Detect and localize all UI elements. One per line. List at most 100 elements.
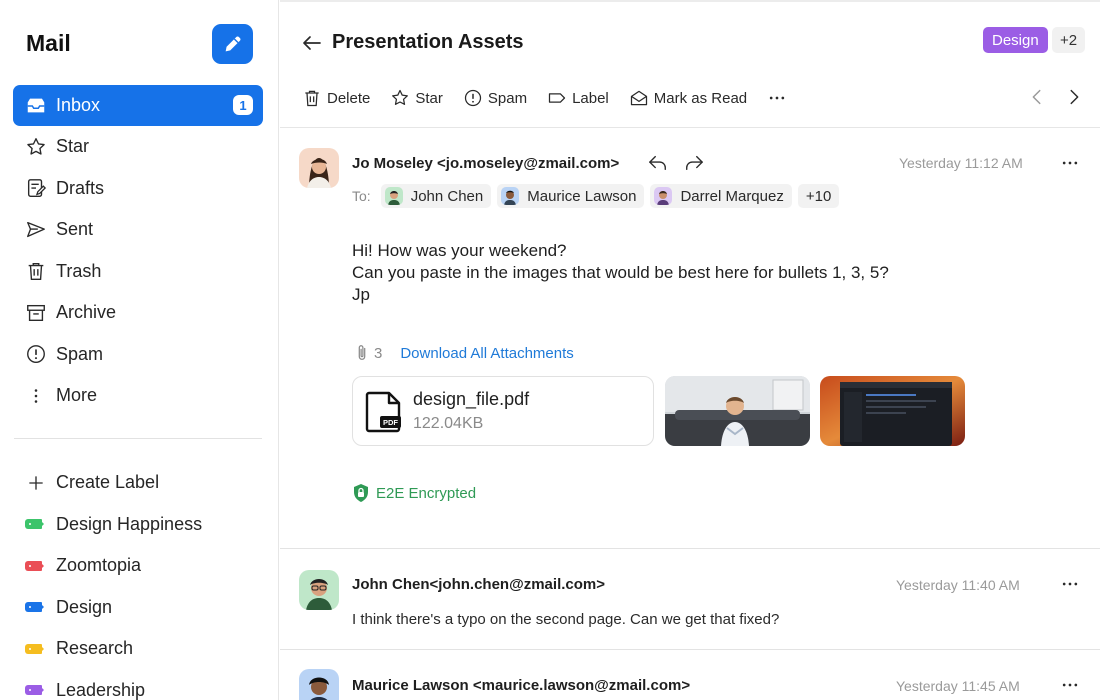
- sidebar-item-inbox[interactable]: Inbox 1: [13, 85, 263, 126]
- label-item-zoomtopia[interactable]: Zoomtopia: [13, 545, 263, 587]
- message-body-line: Can you paste in the images that would b…: [352, 263, 889, 282]
- recipient-chip[interactable]: John Chen: [380, 184, 492, 208]
- compose-button[interactable]: [212, 24, 253, 64]
- recipient-name: Maurice Lawson: [527, 187, 637, 205]
- sidebar-item-label: Trash: [56, 260, 102, 281]
- thread-label-tag[interactable]: Design: [983, 27, 1048, 53]
- star-icon: [392, 89, 409, 105]
- more-labels-badge[interactable]: +2: [1052, 27, 1086, 53]
- label-tag-icon: [25, 643, 47, 654]
- label-tag-icon: [25, 560, 47, 571]
- attachment-file-name: design_file.pdf: [413, 389, 530, 409]
- sent-icon: [25, 219, 47, 241]
- toolbar-more-button[interactable]: [767, 88, 787, 108]
- star-icon: [25, 136, 47, 158]
- message-body: Hi! How was your weekend? Can you paste …: [352, 240, 889, 306]
- more-vertical-icon: [25, 385, 47, 407]
- avatar[interactable]: [299, 669, 339, 700]
- paperclip-icon: [358, 345, 366, 360]
- label-name: Leadership: [56, 679, 146, 700]
- label-name: Research: [56, 638, 134, 659]
- archive-icon: [25, 302, 47, 324]
- avatar: [654, 187, 673, 205]
- more-horizontal-icon[interactable]: [1060, 574, 1080, 594]
- label-item-design[interactable]: Design: [13, 587, 263, 629]
- more-horizontal-icon[interactable]: [1060, 675, 1080, 695]
- label-tag-icon: [25, 519, 47, 530]
- trash-icon: [305, 90, 319, 107]
- attachment-file-size: 122.04KB: [413, 415, 484, 432]
- drafts-icon: [25, 177, 47, 199]
- sidebar-item-more[interactable]: More: [13, 375, 263, 417]
- message-collapsed[interactable]: Maurice Lawson <maurice.lawson@zmail.com…: [280, 651, 1100, 700]
- sidebar-item-spam[interactable]: Spam: [13, 334, 263, 376]
- recipient-name: Darrel Marquez: [680, 187, 784, 205]
- delete-label: Delete: [327, 89, 371, 107]
- more-horizontal-icon[interactable]: [1060, 153, 1080, 173]
- create-label-button[interactable]: Create Label: [13, 462, 263, 504]
- svg-text:PDF: PDF: [383, 418, 398, 427]
- more-recipients-chip[interactable]: +10: [797, 184, 840, 208]
- label-button[interactable]: Label: [547, 88, 609, 108]
- more-horizontal-icon: [769, 96, 785, 100]
- app-title: Mail: [26, 30, 71, 56]
- message-time: Yesterday 11:40 AM: [896, 577, 1020, 593]
- unread-badge: 1: [233, 95, 253, 115]
- delete-button[interactable]: Delete: [302, 88, 370, 108]
- message-body-line: Jp: [352, 285, 370, 304]
- attachment-file-card[interactable]: PDF design_file.pdf 122.04KB: [352, 376, 654, 446]
- spam-button[interactable]: Spam: [463, 88, 527, 108]
- to-label: To:: [352, 188, 371, 204]
- message-body-line: Hi! How was your weekend?: [352, 241, 567, 260]
- inbox-icon: [25, 95, 47, 117]
- mail-app: Mail Inbox 1 Star Drafts Sent Trash Arch…: [0, 0, 1100, 700]
- label-tag-icon: [25, 685, 47, 696]
- pdf-file-icon: PDF: [365, 391, 401, 433]
- chevron-left-icon[interactable]: [1026, 86, 1048, 108]
- recipient-chip[interactable]: Maurice Lawson: [497, 184, 645, 208]
- message-collapsed[interactable]: John Chen<john.chen@zmail.com> Yesterday…: [280, 550, 1100, 650]
- sidebar-item-label: Sent: [56, 219, 94, 240]
- attachment-count: 3: [354, 344, 382, 362]
- sidebar-divider: [14, 438, 262, 439]
- recipient-name: John Chen: [410, 187, 484, 205]
- attachment-image-thumbnail[interactable]: [820, 376, 965, 446]
- recipient-row: To: John Chen Maurice Lawson Darrel Marq…: [352, 184, 845, 208]
- star-button[interactable]: Star: [390, 88, 443, 108]
- sidebar-item-label: Spam: [56, 343, 104, 364]
- label-item-research[interactable]: Research: [13, 628, 263, 670]
- sidebar-item-drafts[interactable]: Drafts: [13, 168, 263, 210]
- forward-icon[interactable]: [683, 153, 705, 173]
- sidebar-item-label: More: [56, 385, 98, 406]
- plus-icon: [25, 472, 47, 494]
- recipient-chip[interactable]: Darrel Marquez: [650, 184, 792, 208]
- label-name: Design: [56, 596, 113, 617]
- message-toolbar: Delete Star Spam Label Mark as Read: [302, 84, 787, 112]
- shield-lock-icon: [354, 484, 368, 502]
- attachments-header: 3 Download All Attachments: [354, 344, 574, 362]
- sidebar-item-archive[interactable]: Archive: [13, 292, 263, 334]
- reply-icon[interactable]: [647, 153, 669, 173]
- download-all-link[interactable]: Download All Attachments: [400, 345, 573, 362]
- spam-label: Spam: [487, 89, 528, 107]
- thread-subject: Presentation Assets: [332, 31, 524, 53]
- avatar[interactable]: [299, 570, 339, 610]
- label-item-design-happiness[interactable]: Design Happiness: [13, 504, 263, 546]
- label-item-leadership[interactable]: Leadership: [13, 670, 263, 700]
- sidebar-item-label: Drafts: [56, 177, 105, 198]
- avatar[interactable]: [299, 148, 339, 188]
- label-tag-icon: [25, 602, 47, 613]
- sidebar-item-label: Star: [56, 136, 90, 157]
- message-expanded[interactable]: Jo Moseley <jo.moseley@zmail.com> Yester…: [280, 128, 1100, 549]
- mark-as-read-button[interactable]: Mark as Read: [629, 88, 747, 108]
- back-arrow-icon[interactable]: [300, 31, 324, 55]
- sidebar-item-star[interactable]: Star: [13, 126, 263, 168]
- message-time: Yesterday 11:12 AM: [899, 155, 1023, 171]
- attachment-image-thumbnail[interactable]: [665, 376, 810, 446]
- sidebar-item-trash[interactable]: Trash: [13, 251, 263, 293]
- sidebar-item-sent[interactable]: Sent: [13, 209, 263, 251]
- chevron-right-icon[interactable]: [1063, 86, 1085, 108]
- label-icon: [548, 93, 566, 103]
- encryption-status: E2E Encrypted: [352, 483, 476, 503]
- pencil-icon: [225, 36, 240, 52]
